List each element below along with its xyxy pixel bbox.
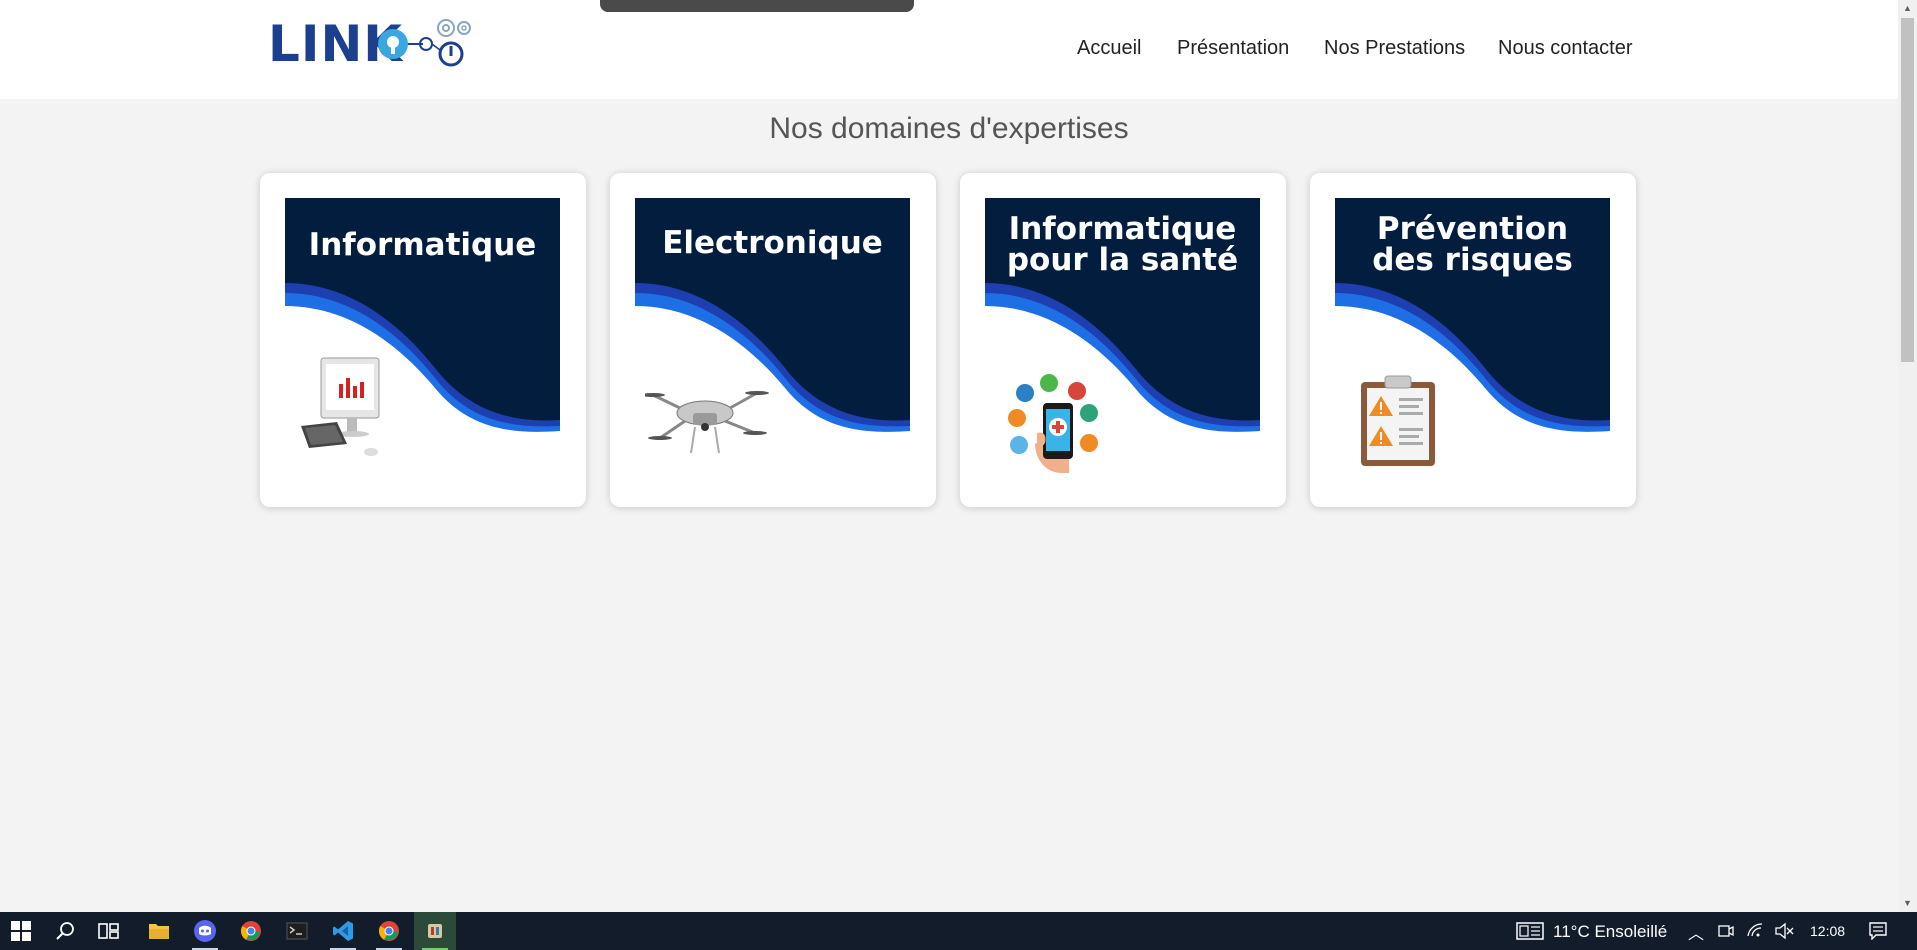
health-phone-icon <box>1008 374 1098 473</box>
card-electronique[interactable]: Electronique <box>610 173 936 507</box>
nav-presentation[interactable]: Présentation <box>1177 37 1289 60</box>
card-informatique-sante[interactable]: Informatique pour la santé <box>960 173 1286 507</box>
meet-icon[interactable] <box>1718 923 1734 939</box>
clock[interactable]: 12:08 <box>1810 923 1845 939</box>
weather-widget[interactable]: 11°C Ensoleillé <box>1553 922 1667 942</box>
windows-start-icon[interactable] <box>0 912 42 950</box>
nav-nos-prestations[interactable]: Nos Prestations <box>1324 37 1465 60</box>
discord-icon[interactable] <box>184 912 226 950</box>
wifi-icon[interactable] <box>1746 922 1764 940</box>
card-prevention-risques[interactable]: Prévention des risques <box>1310 173 1636 507</box>
card-title-line: des risques <box>1372 242 1573 278</box>
section-title: Nos domaines d'expertises <box>769 112 1129 145</box>
scroll-down-icon[interactable]: ▼ <box>1903 898 1912 908</box>
card-informatique[interactable]: Informatique <box>260 173 586 507</box>
card-image: Electronique <box>635 198 910 473</box>
site-header: LINK Accueil Présentation Nos Prestation… <box>0 0 1898 99</box>
clipboard-warning-icon <box>1361 375 1435 466</box>
task-view-icon[interactable] <box>88 912 130 950</box>
card-title-line: Informatique <box>308 227 537 263</box>
scroll-up-icon[interactable]: ▲ <box>1903 3 1912 13</box>
card-image: Informatique pour la santé <box>985 198 1260 473</box>
news-widget-icon[interactable] <box>1516 922 1544 940</box>
drone-icon <box>645 391 769 454</box>
page-scrollbar[interactable]: ▲ ▼ <box>1898 0 1917 912</box>
chrome-icon[interactable] <box>368 912 410 950</box>
popup-bar <box>600 0 914 12</box>
card-image: Prévention des risques <box>1335 198 1610 473</box>
nav-accueil[interactable]: Accueil <box>1077 37 1141 60</box>
card-title-line: Electronique <box>662 225 883 261</box>
card-title-line: pour la santé <box>1006 242 1239 278</box>
card-image: Informatique <box>285 198 560 473</box>
speaker-muted-icon[interactable] <box>1774 922 1794 940</box>
windows-taskbar: 11°C Ensoleillé ︿ 12:08 <box>0 912 1917 950</box>
vscode-icon[interactable] <box>322 912 364 950</box>
nav-nous-contacter[interactable]: Nous contacter <box>1498 37 1633 60</box>
computer-icon <box>301 357 380 456</box>
file-explorer-icon[interactable] <box>138 912 180 950</box>
app-icon[interactable] <box>414 912 456 950</box>
search-icon[interactable] <box>44 912 86 950</box>
terminal-icon[interactable] <box>276 912 318 950</box>
main-nav: Accueil Présentation Nos Prestations Nou… <box>0 37 1898 67</box>
chrome-icon[interactable] <box>230 912 272 950</box>
chevron-up-icon[interactable]: ︿ <box>1688 920 1704 944</box>
notifications-icon[interactable] <box>1868 922 1888 940</box>
scroll-thumb[interactable] <box>1901 18 1914 362</box>
